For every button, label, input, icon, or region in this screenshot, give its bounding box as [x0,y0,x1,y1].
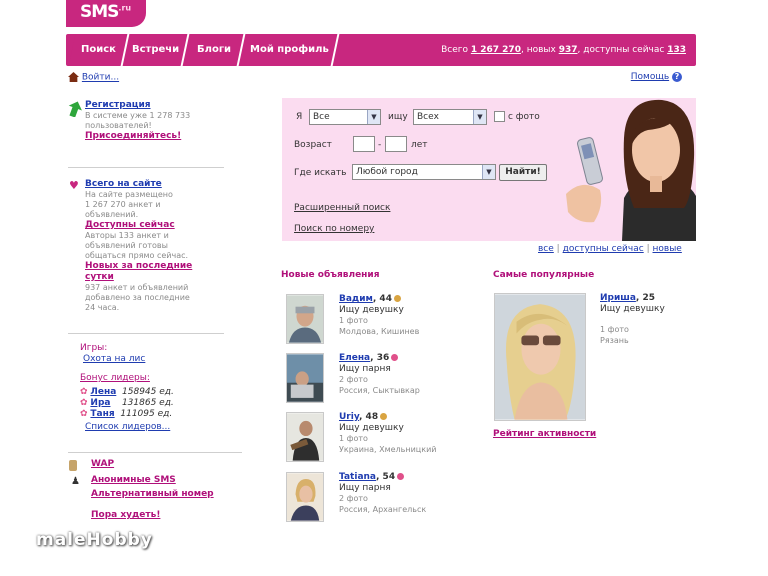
leaders-list-link[interactable]: Список лидеров... [80,422,250,433]
stat-new[interactable]: 937 [559,45,578,55]
with-photo-label: с фото [508,112,540,122]
help-link-row[interactable]: Помощь ? [631,72,682,82]
alt-number-link[interactable]: Альтернативный номер [91,489,238,500]
divider [68,333,224,334]
leader-row: ✿ Лена 158945 ед. [80,387,174,397]
leader-row: ✿ Таня 111095 ед. [80,409,173,419]
register-link[interactable]: Регистрация [85,100,238,111]
logo-suffix: .ru [118,3,132,13]
popular-user-photo[interactable] [494,293,586,421]
tab-search[interactable]: Поиск [68,34,130,66]
user-name-link[interactable]: Вадим [339,294,373,304]
male-icon [393,295,401,302]
city-select[interactable]: Любой город ▼ [352,164,496,180]
filter-all-link[interactable]: все [538,244,554,254]
login-link-row[interactable]: Войти... [68,72,119,83]
recent-link[interactable]: Новых за последние [85,261,238,272]
popular-name-link[interactable]: Ириша [600,293,636,303]
tab-my-profile[interactable]: Мой профиль [240,34,340,66]
help-link[interactable]: Помощь [631,72,669,82]
site-stats: Всего 1 267 270, новых 937, доступны сей… [441,45,686,55]
user-photo[interactable] [286,353,324,403]
fox-hunt-link[interactable]: Охота на лис [80,354,250,365]
chevron-down-icon: ▼ [367,110,380,124]
filter-online-link[interactable]: доступны сейчас [563,244,644,254]
woman-with-phone-image [564,98,696,241]
seeking-select[interactable]: Всех ▼ [413,109,487,125]
new-ads-title: Новые объявления [281,270,380,280]
popular-title: Самые популярные [493,270,595,280]
male-icon [380,413,388,420]
wap-link[interactable]: WAP [91,459,238,470]
arrow-up-icon [68,101,82,117]
leaders-list: ✿ Лена 158945 ед. ✿ Ира 131865 ед. ✿ Тан… [80,387,250,420]
divider [68,167,224,168]
person-icon: ♟ [71,476,80,487]
with-photo-checkbox[interactable] [494,111,505,122]
age-to-input[interactable] [385,136,407,152]
user-name-link[interactable]: Uriy [339,412,359,422]
stat-online[interactable]: 133 [667,45,686,55]
user-photo[interactable] [286,294,324,344]
female-icon: ✿ [80,387,88,397]
register-block: Регистрация В системе уже 1 278 733 поль… [68,100,238,142]
user-name-link[interactable]: Tatiana [339,472,376,482]
user-photo[interactable] [286,472,324,522]
lose-weight-link[interactable]: Пора худеть! [91,510,238,521]
extra-links: ♟ WAP Анонимные SMS Альтернативный номер… [68,459,238,521]
filter-new-link[interactable]: новые [653,244,682,254]
anon-sms-link[interactable]: Анонимные SMS [91,475,238,486]
female-icon [391,354,399,361]
site-summary-block: ♥ Всего на сайте На сайте размещено 1 26… [68,179,238,313]
login-link[interactable]: Войти... [82,73,119,83]
search-panel: Я Все ▼ ищу Всех ▼ с фото Возраст - лет Гд… [282,98,696,241]
divider [68,452,242,453]
games-label: Игры: [80,343,108,353]
female-icon: ✿ [80,398,88,408]
chevron-down-icon: ▼ [482,165,495,179]
help-icon: ? [672,72,682,82]
join-link[interactable]: Присоединяйтесь! [85,131,238,142]
tab-blogs[interactable]: Блоги [184,34,246,66]
i-am-select[interactable]: Все ▼ [309,109,381,125]
watermark: maleHobby [36,530,153,550]
advanced-search-link[interactable]: Расширенный поиск [294,203,390,213]
female-icon [397,473,405,480]
find-button[interactable]: Найти! [499,164,547,181]
heart-icon: ♥ [69,179,79,192]
popular-card: Ириша, 25 Ищу девушку 1 фото Рязань [494,293,694,423]
logo-text: SMS [80,2,119,22]
age-from-input[interactable] [353,136,375,152]
chevron-down-icon: ▼ [473,110,486,124]
online-now-link[interactable]: Доступны сейчас [85,220,238,231]
user-name-link[interactable]: Елена [339,353,370,363]
bonus-leaders-label[interactable]: Бонус лидеры: [80,373,250,384]
main-nav: Поиск Встречи Блоги Мой профиль Всего 1 … [66,34,696,66]
listing-filters: все | доступны сейчас | новые [538,244,682,254]
all-on-site-link[interactable]: Всего на сайте [85,179,238,190]
stat-total[interactable]: 1 267 270 [471,45,521,55]
user-photo[interactable] [286,412,324,462]
female-icon: ✿ [80,409,88,419]
register-count-text: В системе уже 1 278 733 [85,111,191,120]
games-block: Игры: Охота на лис Бонус лидеры: ✿ Лена … [80,343,250,433]
tab-meetings[interactable]: Встречи [124,34,190,66]
leader-row: ✿ Ира 131865 ед. [80,398,174,408]
activity-rating-link[interactable]: Рейтинг активности [493,429,596,439]
search-by-number-link[interactable]: Поиск по номеру [294,224,374,234]
phone-icon [69,460,77,471]
home-icon [68,72,79,82]
site-logo[interactable]: SMS.ru [66,0,146,27]
